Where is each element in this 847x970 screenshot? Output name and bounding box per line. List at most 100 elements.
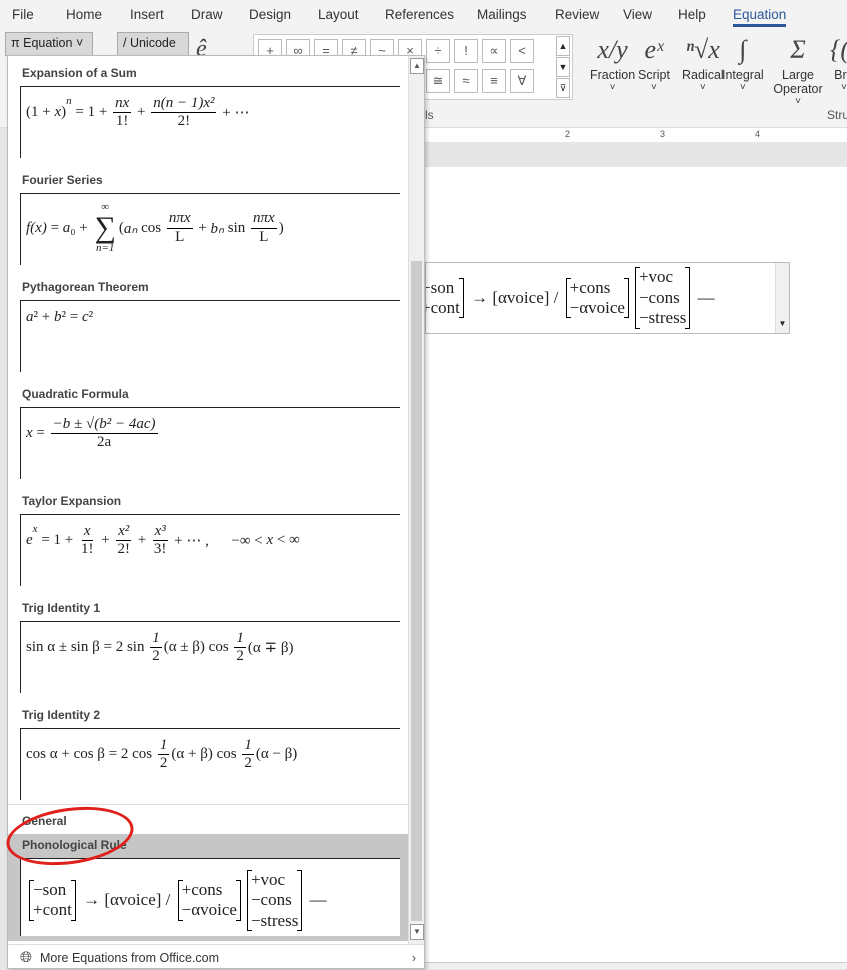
scroll-down-arrow[interactable]: ▼ (410, 924, 424, 940)
matrix-entry: +cont (33, 900, 72, 920)
gallery-item-quadratic-formula[interactable]: Quadratic Formula x = −b ± √(b² − 4ac) 2a (8, 383, 408, 490)
structure-label: Large Operator (773, 68, 823, 96)
slash-icon: / (123, 36, 130, 50)
structure-integral-button[interactable]: ∫ Integral ˅ (722, 32, 764, 93)
matrix-entry: +cons (181, 880, 223, 899)
gallery-item-phonological-rule[interactable]: Phonological Rule −son +cont → [αvoice] /… (8, 834, 408, 941)
menu-references[interactable]: References (385, 7, 454, 22)
gallery-item-taylor-expansion[interactable]: Taylor Expansion e x = 1 + x 1! + x² 2! + x³… (8, 490, 408, 597)
scroll-thumb[interactable] (411, 261, 422, 921)
equation-text: cos α + cos β = 2 cos (26, 746, 156, 763)
gallery-scrollbar[interactable]: ▲ ▼ (408, 56, 424, 944)
menu-mailings[interactable]: Mailings (477, 7, 527, 22)
equation-fraction: x³ 3! (152, 523, 169, 559)
chevron-down-icon: ˅ (840, 82, 847, 93)
symbol-button[interactable]: ! (454, 39, 478, 63)
fraction-denominator: 1! (115, 113, 129, 130)
gallery-item-trig-identity-1[interactable]: Trig Identity 1 sin α ± sin β = 2 sin 1 2(… (8, 597, 408, 704)
more-equations-label: More Equations from Office.com (40, 950, 220, 965)
matrix-entry: −son (33, 880, 67, 899)
equation-text: = (32, 425, 49, 442)
equation-fraction: 12 (234, 630, 246, 666)
equation-options-arrow[interactable]: ▼ (775, 263, 789, 333)
unicode-label: Unicode (129, 36, 176, 50)
symbol-button[interactable]: ∀ (510, 69, 534, 93)
structure-bra-button[interactable]: {() Bra˅ (830, 32, 847, 93)
fraction-denominator: 2 (244, 755, 252, 772)
matrix-entry: −stress (638, 308, 687, 328)
gallery-up-arrow[interactable]: ▲ (556, 36, 570, 56)
gallery-item-pythagorean-theorem[interactable]: Pythagorean Theorem a ² + b² = c² (8, 276, 408, 383)
equation-text: (1 + (26, 104, 55, 121)
menu-file[interactable]: File (12, 7, 34, 22)
matrix-entry: −αvoice (181, 900, 237, 920)
more-equations-link[interactable]: 🌐︎ More Equations from Office.com › (8, 944, 424, 970)
equation: sin α ± sin β = 2 sin 1 2 (α ± β) cos 1 2 (α… (26, 630, 293, 666)
equation-button[interactable]: π Equation ˅ (5, 32, 93, 56)
symbol-button[interactable]: < (510, 39, 534, 63)
document-equation[interactable]: −son+cont → [αvoice] / +cons−αvoice+voc−… (425, 262, 790, 334)
equation: ex = 1 + x 1! + x² 2! + x³ 3! + ⋯ , −∞ < x … (26, 523, 300, 559)
equation-title: Phonological Rule (22, 838, 127, 852)
unicode-button[interactable]: / Unicode (117, 32, 189, 56)
menu-draw[interactable]: Draw (191, 7, 223, 22)
equation-variable: a (26, 309, 34, 325)
equation-text: = 1 + (71, 104, 112, 121)
symbol-button[interactable]: ≈ (454, 69, 478, 93)
symbol-button[interactable]: ≡ (482, 69, 506, 93)
equation-variable: x (266, 532, 274, 549)
gallery-item-fourier-series[interactable]: Fourier Series f(x) = a₀ + ∞ ∑ n=1(aₙ cos n… (8, 169, 408, 276)
ruler-number: 3 (660, 129, 666, 139)
structure-script-button[interactable]: eˣ Script ˅ (638, 32, 670, 93)
matrix-entry: +cons (569, 277, 611, 297)
bra-icon: {() (830, 35, 847, 64)
chevron-down-icon: ˅ (651, 82, 657, 93)
equation-button-label: Equation (23, 36, 73, 50)
equation-text: — (305, 890, 327, 910)
gallery-down-arrow[interactable]: ▼ (556, 57, 570, 77)
matrix-entry: −cons (638, 287, 680, 307)
equation-variable: x (54, 104, 62, 121)
symbol-button[interactable]: ÷ (426, 39, 450, 63)
gallery-item-expansion-of-a-sum[interactable]: Expansion of a Sum (1 + x) n = 1 + nx 1! + … (8, 62, 408, 169)
symbols-group-label: ls (425, 108, 434, 122)
structure-fraction-button[interactable]: x/y Fraction ˅ (590, 32, 635, 93)
structure-large-operator-button[interactable]: Σ Large Operator ˅ (766, 32, 830, 107)
equation: (1 + x) n = 1 + nx 1! + n(n − 1)x² 2! + ⋯ (26, 95, 249, 131)
globe-icon: 🌐︎ (20, 949, 33, 966)
structure-label: Radical (682, 68, 724, 82)
menu-design[interactable]: Design (249, 7, 291, 22)
gallery-more-arrow[interactable]: ⊽ (556, 78, 570, 98)
symbol-button[interactable]: ≅ (426, 69, 450, 93)
chevron-down-icon: ˅ (609, 82, 616, 93)
chevron-down-icon: ˅ (795, 96, 801, 107)
fraction-denominator: L (175, 228, 185, 245)
equation-gallery: Expansion of a Sum (1 + x) n = 1 + nx 1! + … (7, 55, 425, 969)
menu-help[interactable]: Help (678, 7, 706, 22)
symbol-button[interactable]: ∝ (482, 39, 506, 63)
pi-icon: π (11, 36, 24, 50)
equation-fraction: n(n − 1)x² 2! (151, 95, 217, 131)
gallery-item-trig-identity-2[interactable]: Trig Identity 2 cos α + cos β = 2 cos 1 2(… (8, 704, 408, 811)
fraction-numerator: x (81, 523, 93, 542)
menu-equation[interactable]: Equation (733, 7, 787, 27)
menu-home[interactable]: Home (66, 7, 102, 22)
equation-fraction: x² 2! (115, 523, 132, 559)
structure-radical-button[interactable]: ⁿ√x Radical ˅ (682, 32, 724, 93)
equation-variable: bₙ (210, 220, 225, 237)
fraction-denominator: 2! (117, 541, 130, 558)
menu-insert[interactable]: Insert (130, 7, 164, 22)
equation-text: + (133, 104, 150, 121)
equation: cos α + cos β = 2 cos 1 2 (α + β) cos 1 2 (α… (26, 737, 297, 773)
fraction-numerator: 1 (150, 630, 162, 649)
menu-layout[interactable]: Layout (318, 7, 359, 22)
fraction-numerator: nπx (251, 210, 277, 229)
matrix-entry: −αvoice (569, 297, 625, 317)
menu-view[interactable]: View (623, 7, 652, 22)
equation-text: (α ∓ β) (247, 640, 294, 657)
equation-text: (α − β) (255, 746, 298, 763)
equation-text: ₀ + (70, 219, 92, 236)
menu-review[interactable]: Review (555, 7, 599, 22)
bracket-matrix: +cons −αvoice (565, 277, 629, 319)
scroll-up-arrow[interactable]: ▲ (410, 58, 424, 74)
